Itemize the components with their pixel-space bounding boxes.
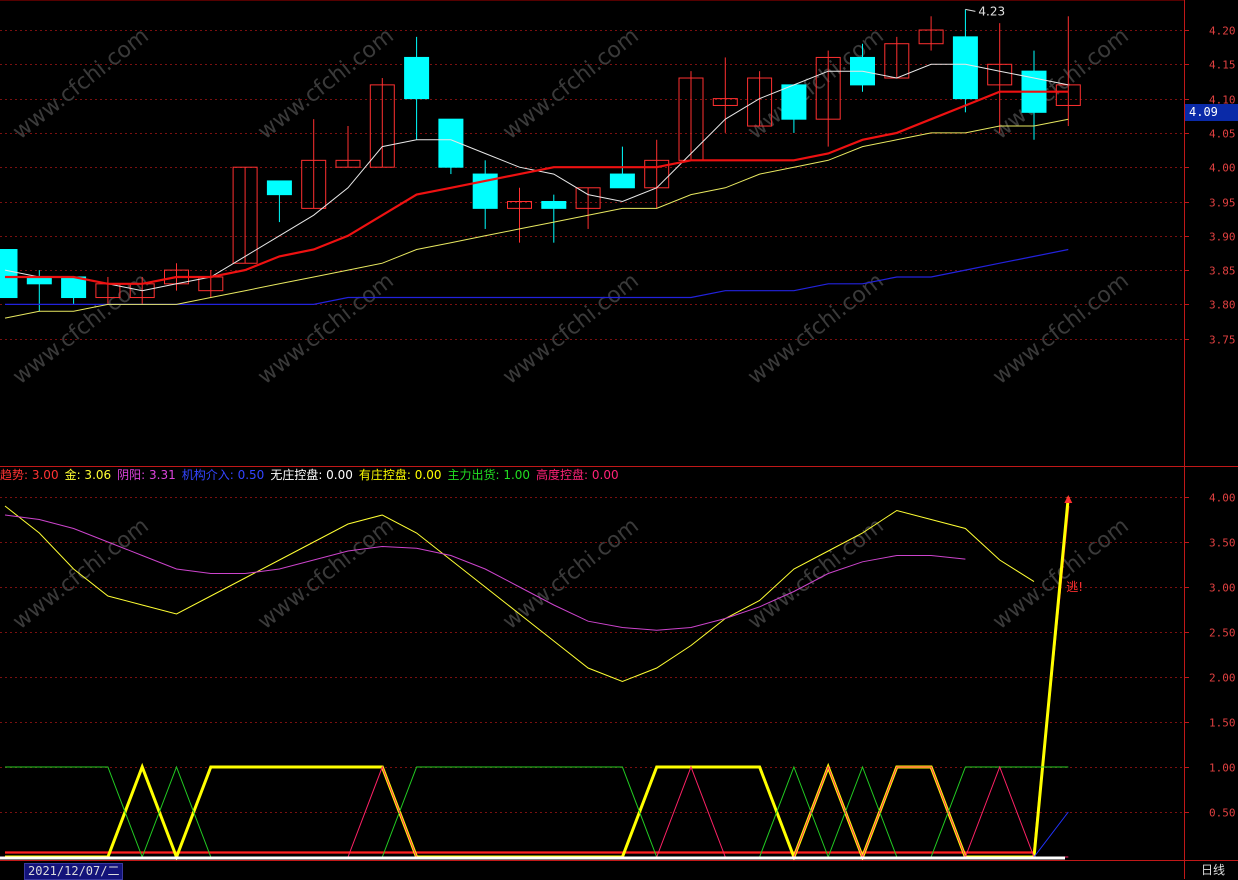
ma-yellow-line [4, 118, 1069, 319]
series-机构介入 [5, 811, 1069, 858]
indicator-tick-label: 1.00 [1209, 762, 1236, 775]
watermark-text: www.cfchi.com [8, 23, 153, 144]
watermark-text: www.cfchi.com [253, 513, 398, 634]
price-tick-label: 3.95 [1209, 197, 1236, 210]
period-selector[interactable]: 日线 [1188, 862, 1238, 879]
indicator-legend: 趋势: 3.00 金: 3.06 阴阳: 3.31 机构介入: 0.50 无庄控盘: 0… [0, 466, 625, 484]
price-tick-label: 3.90 [1209, 231, 1236, 244]
legend-item: 主力出货: 1.00 [447, 468, 531, 482]
signal-arrow [1064, 495, 1073, 503]
legend-item: 无庄控盘: 0.00 [270, 468, 353, 482]
price-tick-label: 3.85 [1209, 265, 1236, 278]
legend-item: 金: 3.06 [64, 468, 112, 482]
legend-item: 阴阳: 3.31 [117, 468, 176, 482]
grid-lines [0, 30, 1184, 813]
candle-body [404, 56, 430, 100]
watermark-text: www.cfchi.com [498, 513, 643, 634]
legend-item: 机构介入: 0.50 [181, 468, 265, 482]
watermark-text: www.cfchi.com [743, 513, 888, 634]
watermark-text: www.cfchi.com [253, 23, 398, 144]
price-axis: 4.204.154.104.054.003.953.903.853.803.75… [0, 0, 1238, 879]
price-tick-label: 3.75 [1209, 334, 1236, 347]
candle-body [0, 249, 18, 299]
watermark-text: www.cfchi.com [988, 268, 1133, 389]
indicator-series: 逃! [0, 495, 1083, 862]
watermark-layer: www.cfchi.com www.cfchi.com www.cfchi.com w… [8, 23, 1133, 634]
indicator-tick-label: 0.50 [1209, 807, 1236, 820]
watermark-text: www.cfchi.com [253, 268, 398, 389]
price-tick-label: 3.80 [1209, 299, 1236, 312]
legend-item: 有庄控盘: 0.00 [358, 468, 442, 482]
current-price-label: 4.09 [1185, 104, 1238, 121]
high-marker [965, 8, 976, 12]
candle-body [541, 201, 567, 209]
high-price-label: 4.23 [978, 4, 1005, 18]
candle-body [952, 36, 978, 100]
series-趋势 [5, 505, 1070, 854]
indicator-tick-label: 1.50 [1209, 717, 1236, 730]
watermark-text: www.cfchi.com [498, 23, 643, 144]
price-tick-label: 4.15 [1209, 59, 1236, 72]
cursor-date-label: 2021/12/07/二 [24, 863, 124, 880]
watermark-text: www.cfchi.com [988, 23, 1133, 144]
indicator-tick-label: 3.50 [1209, 537, 1236, 550]
candle-body [609, 173, 635, 189]
legend-item: 趋势: 3.00 [0, 468, 59, 482]
chart-canvas[interactable]: www.cfchi.com www.cfchi.com www.cfchi.com w… [0, 0, 1238, 879]
candlestick-series: 4.23 [0, 4, 1081, 312]
price-tick-label: 4.00 [1209, 162, 1236, 175]
legend-item: 高度控盘: 0.00 [536, 468, 619, 482]
watermark-text: www.cfchi.com [498, 268, 643, 389]
candle-body [781, 84, 807, 120]
indicator-tick-label: 2.50 [1209, 627, 1236, 640]
candle-body [61, 276, 87, 299]
signal-label: 逃! [1066, 580, 1083, 594]
indicator-tick-label: 2.00 [1209, 672, 1236, 685]
indicator-tick-label: 4.00 [1209, 492, 1236, 505]
price-tick-label: 4.05 [1209, 128, 1236, 141]
price-tick-label: 4.20 [1209, 25, 1236, 38]
indicator-tick-label: 3.00 [1209, 582, 1236, 595]
candle-body [266, 180, 292, 196]
